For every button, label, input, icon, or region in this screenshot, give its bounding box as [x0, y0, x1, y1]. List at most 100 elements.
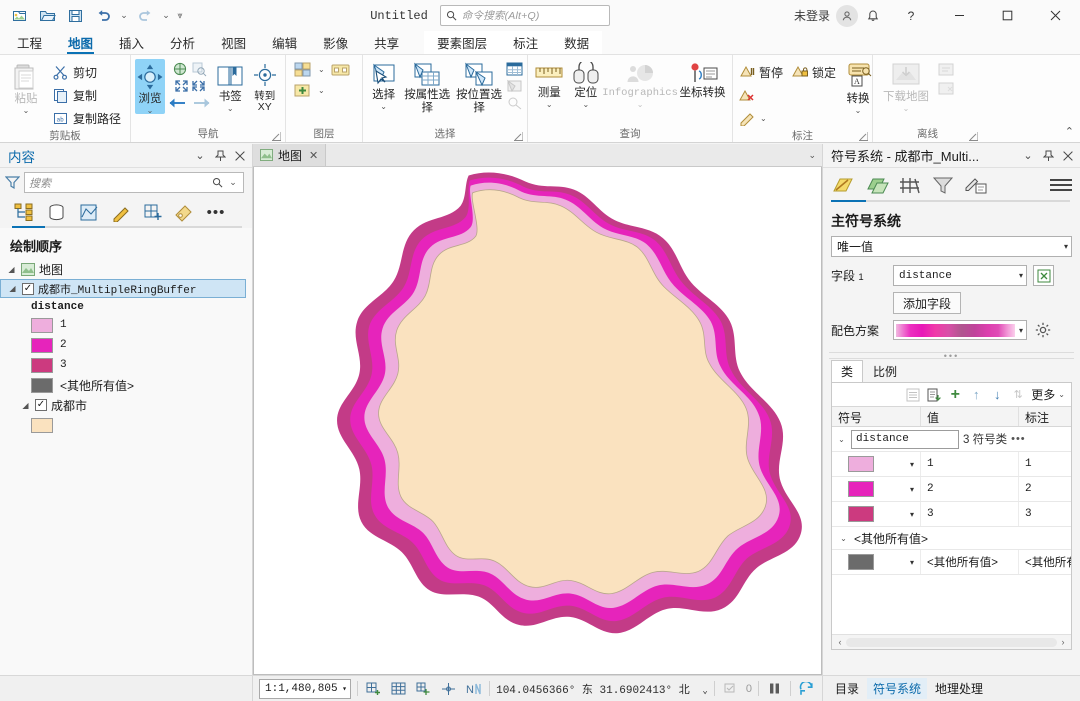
- contents-search-input[interactable]: 搜索 ⌄: [24, 172, 244, 193]
- clear-selection-icon[interactable]: [506, 96, 523, 110]
- close-button[interactable]: [1032, 0, 1078, 31]
- previous-extent-icon[interactable]: [167, 96, 187, 110]
- ribbon-tab-data[interactable]: 数据: [551, 31, 602, 54]
- chevron-down-icon[interactable]: ⌄: [23, 107, 30, 115]
- collapse-ribbon-icon[interactable]: ⌃: [1065, 125, 1074, 138]
- label-cell[interactable]: 3: [1018, 502, 1071, 526]
- tab-scales[interactable]: 比例: [863, 360, 907, 382]
- next-extent-icon[interactable]: [192, 96, 212, 110]
- list-by-editing-icon[interactable]: [106, 199, 134, 225]
- layer-visibility-checkbox[interactable]: ✓: [22, 282, 34, 295]
- command-search-input[interactable]: 命令搜索(Alt+Q): [439, 5, 610, 26]
- class-row[interactable]: ▾ 2 2: [832, 477, 1071, 502]
- legend-item[interactable]: 3: [0, 355, 252, 375]
- color-scheme-select[interactable]: ▾: [893, 320, 1027, 340]
- symbol-cell[interactable]: ▾: [832, 452, 920, 476]
- basemap-dropdown-caret[interactable]: ⌄: [318, 66, 325, 74]
- chevron-down-icon[interactable]: ▾: [910, 510, 914, 519]
- selected-features-icon[interactable]: [721, 679, 740, 698]
- locate-button[interactable]: 定位 ⌄: [569, 59, 604, 109]
- label-style-button[interactable]: ⌄: [737, 107, 841, 129]
- pause-drawing-icon[interactable]: [765, 679, 784, 698]
- copy-button[interactable]: 复制: [50, 84, 126, 106]
- symbol-cell[interactable]: ▾: [832, 502, 920, 526]
- dock-tab-symbology[interactable]: 符号系统: [867, 678, 928, 699]
- open-project-icon[interactable]: [34, 4, 60, 28]
- chevron-down-icon[interactable]: ⌄: [702, 686, 707, 696]
- group-field-name-input[interactable]: distance: [851, 429, 959, 449]
- other-values-row[interactable]: ▾ <其他所有值> <其他所有: [832, 550, 1071, 575]
- ribbon-tab-share[interactable]: 共享: [361, 31, 412, 54]
- symbol-cell[interactable]: ▾: [832, 550, 920, 574]
- list-by-drawing-order-icon[interactable]: [10, 199, 38, 225]
- minimize-button[interactable]: [936, 0, 982, 31]
- help-button[interactable]: ?: [888, 0, 934, 31]
- filter-icon[interactable]: [5, 175, 20, 190]
- grid-icon[interactable]: [389, 679, 408, 698]
- add-all-values-icon[interactable]: [926, 386, 942, 404]
- class-row[interactable]: ▾ 3 3: [832, 502, 1071, 527]
- offline-dialog-launcher-icon[interactable]: [969, 132, 978, 141]
- account-avatar[interactable]: [836, 4, 858, 27]
- symbology-pane-close-icon[interactable]: [1060, 147, 1076, 165]
- list-icon[interactable]: [905, 386, 921, 404]
- paste-button[interactable]: 粘贴 ⌄: [4, 59, 48, 115]
- bookmarks-button[interactable]: 书签 ⌄: [214, 59, 247, 113]
- primary-symbology-icon[interactable]: [829, 172, 859, 198]
- close-map-tab-icon[interactable]: ✕: [309, 149, 318, 162]
- value-cell[interactable]: <其他所有值>: [920, 550, 1018, 574]
- dock-tab-geoprocessing[interactable]: 地理处理: [929, 678, 989, 699]
- attribute-table-icon[interactable]: [506, 62, 523, 76]
- contents-pane-pin-icon[interactable]: [212, 147, 228, 165]
- zoom-to-previous-icon[interactable]: [174, 79, 189, 93]
- value-cell[interactable]: 3: [920, 502, 1018, 526]
- selection-dialog-launcher-icon[interactable]: [514, 132, 523, 141]
- navigate-dialog-launcher-icon[interactable]: [272, 132, 281, 141]
- move-up-icon[interactable]: ↑: [968, 386, 984, 404]
- chevron-down-icon[interactable]: ⌄: [903, 105, 910, 113]
- chevron-down-icon[interactable]: ⌄: [546, 101, 553, 109]
- select-button[interactable]: 选择 ⌄: [367, 59, 400, 111]
- ribbon-tab-labeling[interactable]: 标注: [500, 31, 551, 54]
- label-cell[interactable]: <其他所有: [1018, 550, 1071, 574]
- sort-icon[interactable]: ⇅: [1010, 386, 1026, 404]
- list-by-data-source-icon[interactable]: [42, 199, 70, 225]
- value-cell[interactable]: 1: [920, 452, 1018, 476]
- chevron-down-icon[interactable]: ▾: [1060, 242, 1068, 251]
- explore-button[interactable]: 浏览 ⌄: [135, 59, 165, 115]
- contents-pane-menu-icon[interactable]: ⌄: [192, 147, 208, 165]
- list-by-selection-icon[interactable]: [74, 199, 102, 225]
- ribbon-tab-project[interactable]: 工程: [4, 31, 55, 54]
- contents-more-options-icon[interactable]: •••: [202, 199, 230, 225]
- remove-offline-map-icon[interactable]: [937, 81, 955, 96]
- gear-icon[interactable]: [1033, 320, 1053, 340]
- symbology-pane-pin-icon[interactable]: [1040, 147, 1056, 165]
- move-down-icon[interactable]: ↓: [989, 386, 1005, 404]
- basemap-icon[interactable]: [294, 61, 312, 78]
- class-group-row[interactable]: ⌄ distance 3 符号类 •••: [832, 427, 1071, 452]
- remove-labels-button[interactable]: [737, 84, 841, 106]
- chevron-down-icon[interactable]: ⌄: [227, 105, 234, 113]
- label-cell[interactable]: 2: [1018, 477, 1071, 501]
- download-map-button[interactable]: 下载地图 ⌄: [877, 59, 935, 113]
- expand-triangle-icon[interactable]: ◢: [20, 401, 31, 410]
- ribbon-tab-view[interactable]: 视图: [208, 31, 259, 54]
- scroll-left-arrow-icon[interactable]: ‹: [834, 637, 846, 647]
- convert-labels-button[interactable]: A 转换 ⌄: [843, 59, 873, 115]
- go-to-xy-button[interactable]: 转到 XY: [249, 59, 282, 113]
- notifications-icon[interactable]: [860, 4, 886, 28]
- ribbon-tab-edit[interactable]: 编辑: [259, 31, 310, 54]
- undo-icon[interactable]: [90, 4, 116, 28]
- chevron-down-icon[interactable]: ⌄: [1058, 391, 1065, 399]
- chevron-down-icon[interactable]: ▾: [910, 485, 914, 494]
- scroll-track[interactable]: [846, 637, 1057, 647]
- lock-labels-button[interactable]: 锁定: [790, 61, 841, 83]
- tree-node-map[interactable]: ◢ 地图: [0, 259, 252, 279]
- label-cell[interactable]: 1: [1018, 452, 1071, 476]
- chevron-down-icon[interactable]: ⌄: [147, 107, 154, 115]
- add-data-icon[interactable]: [294, 82, 312, 99]
- redo-icon[interactable]: [132, 4, 158, 28]
- vary-symbology-by-attribute-icon[interactable]: [862, 172, 892, 198]
- maximize-button[interactable]: [984, 0, 1030, 31]
- collapse-triangle-icon[interactable]: ⌄: [836, 435, 847, 444]
